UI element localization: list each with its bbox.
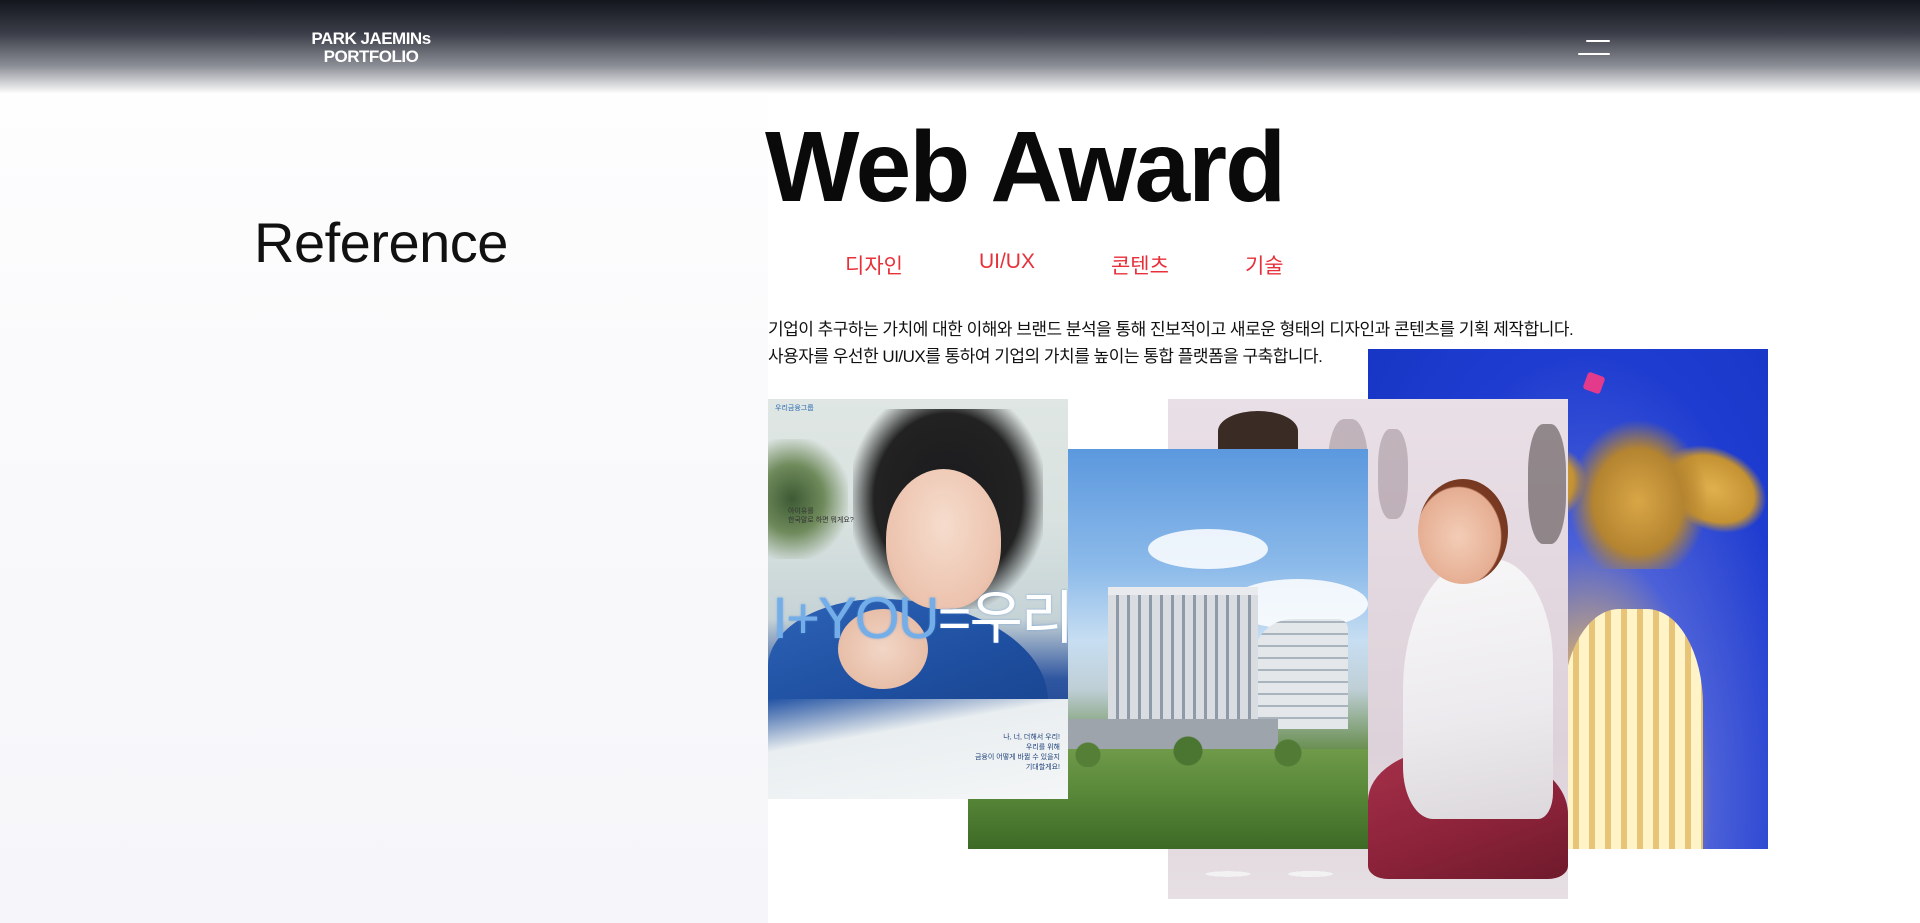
menu-bar-top — [1586, 40, 1610, 42]
background-person — [1378, 429, 1408, 519]
brand-label: 우리금융그룹 — [775, 405, 814, 412]
ad-bottom-line: 기대할게요! — [1025, 764, 1060, 771]
ad-bottom-line: 우리를 위해 — [1025, 744, 1060, 751]
plant — [768, 439, 848, 559]
statue-column — [1563, 609, 1703, 849]
tab-contents[interactable]: 콘텐츠 — [1111, 250, 1169, 280]
logo-line-2: PORTFOLIO — [323, 47, 419, 66]
nurse-head — [1418, 479, 1508, 584]
pink-light — [1582, 371, 1606, 395]
statue-figure — [1568, 419, 1708, 569]
background-person — [1528, 424, 1566, 544]
ad-small-copy-line: 한국말로 하면 뭐게요? — [788, 517, 854, 524]
building-main — [1108, 587, 1258, 727]
ad-bottom-line: 금융이 어떻게 바뀔 수 있을지 — [974, 754, 1060, 761]
site-logo[interactable]: PARK JAEMINs PORTFOLIO — [311, 30, 431, 66]
patient-shoes — [1198, 859, 1348, 889]
category-tabs: 디자인 UI/UX 콘텐츠 기술 — [845, 250, 1284, 280]
nurse-coat — [1403, 559, 1553, 819]
description-line-1: 기업이 추구하는 가치에 대한 이해와 브랜드 분석을 통해 진보적이고 새로운… — [768, 320, 1574, 339]
page-title: Web Award — [765, 111, 1286, 223]
ad-headline-eq: = — [937, 586, 972, 651]
ad-headline-en: I+YOU — [772, 586, 940, 651]
ad-small-copy: 아이유를 한국말로 하면 뭐게요? — [788, 507, 854, 525]
ad-small-copy-line: 아이유를 — [788, 508, 814, 515]
tab-design[interactable]: 디자인 — [845, 250, 903, 280]
tab-technology[interactable]: 기술 — [1245, 250, 1284, 280]
patient-hair — [1218, 411, 1298, 451]
section-title: Reference — [254, 211, 508, 274]
ad-headline: I+YOU=우리 — [772, 571, 1068, 655]
project-card-woori[interactable]: 우리금융그룹 아이유를 한국말로 하면 뭐게요? I+YOU=우리 나, 너, … — [768, 399, 1068, 799]
ad-headline-kr: 우리 — [969, 586, 1068, 651]
hamburger-menu-icon[interactable] — [1578, 38, 1610, 58]
logo-line-1: PARK JAEMINs — [311, 29, 431, 48]
building-side — [1253, 619, 1348, 729]
left-panel — [0, 0, 768, 923]
ad-bottom-copy: 나, 너, 더해서 우리! 우리를 위해 금융이 어떻게 바뀔 수 있을지 기대… — [975, 733, 1060, 773]
menu-bar-bottom — [1578, 53, 1610, 55]
cloud — [1148, 529, 1268, 569]
tab-uiux[interactable]: UI/UX — [979, 250, 1035, 280]
site-header: PARK JAEMINs PORTFOLIO — [0, 0, 1920, 94]
ad-bottom-line: 나, 너, 더해서 우리! — [1003, 734, 1060, 741]
